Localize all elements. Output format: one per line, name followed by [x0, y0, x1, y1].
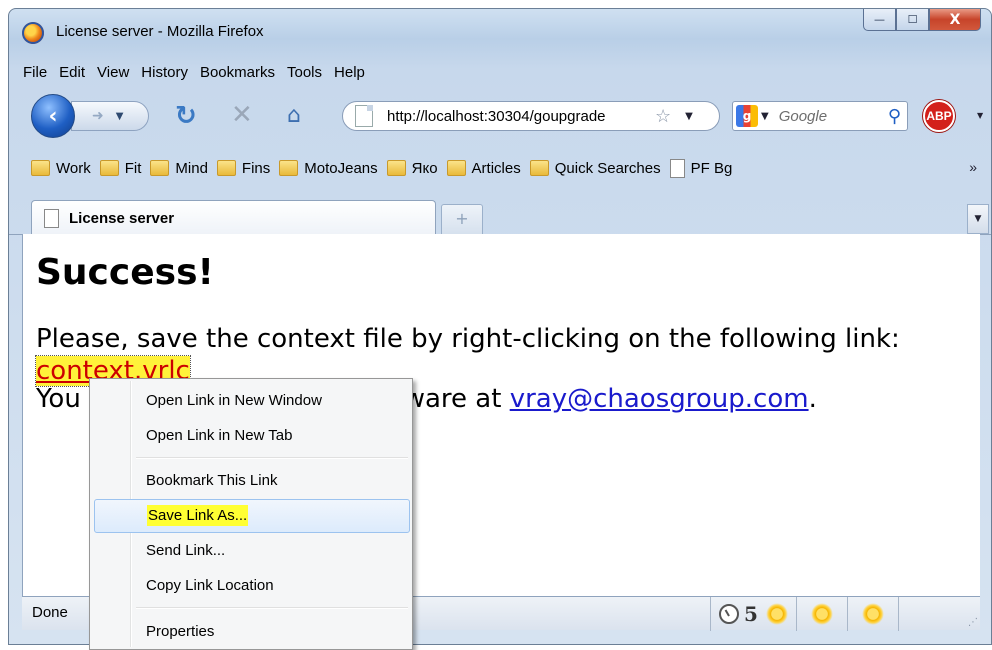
resize-grip-icon[interactable]: ⋰: [968, 617, 978, 628]
google-engine-icon[interactable]: g: [736, 105, 758, 127]
back-button[interactable]: ‹: [31, 94, 75, 138]
menu-copy-link-location[interactable]: Copy Link Location: [94, 569, 410, 603]
bookmark-label: Articles: [471, 159, 521, 177]
page-icon: [44, 209, 59, 228]
bookmark-item[interactable]: PF Bg: [669, 158, 733, 178]
menu-bar: File Edit View History Bookmarks Tools H…: [20, 64, 371, 86]
bookmark-star-icon[interactable]: ☆: [655, 106, 671, 127]
stop-icon[interactable]: ✕: [231, 100, 253, 130]
bookmark-item[interactable]: Mind: [150, 160, 208, 177]
bookmark-item[interactable]: Quick Searches: [529, 159, 661, 177]
tab-strip: License server + ▼: [9, 193, 991, 236]
status-text: Done: [32, 604, 68, 621]
forward-button[interactable]: ➜ ▼: [71, 101, 149, 131]
timer-indicator[interactable]: 5: [710, 597, 796, 631]
weather-forecast-2[interactable]: [846, 597, 898, 631]
firefox-logo-icon: [22, 22, 44, 44]
close-button[interactable]: X: [929, 9, 981, 31]
instruction-text: Please, save the context file by right-c…: [36, 324, 900, 354]
menu-history[interactable]: History: [135, 64, 194, 86]
menu-save-link-as[interactable]: Save Link As...: [94, 499, 410, 533]
status-tray: 5: [710, 597, 928, 631]
bookmark-label: Яко: [411, 159, 438, 177]
menu-separator: [136, 607, 408, 609]
new-tab-button[interactable]: +: [441, 204, 483, 234]
bookmark-label: Work: [56, 159, 91, 177]
history-dropdown-icon[interactable]: ▼: [116, 111, 124, 122]
adblock-plus-icon[interactable]: ABP: [923, 100, 955, 132]
menu-item-label: Save Link As...: [147, 505, 249, 526]
menu-bookmark-this-link[interactable]: Bookmark This Link: [94, 464, 410, 498]
reload-icon[interactable]: ↻: [175, 101, 197, 131]
menu-help[interactable]: Help: [328, 64, 371, 86]
title-bar: License server - Mozilla Firefox — ☐ X: [9, 9, 991, 55]
home-icon[interactable]: ⌂: [287, 103, 301, 128]
tab-list-dropdown-icon[interactable]: ▼: [967, 204, 989, 234]
timer-count: 5: [744, 602, 758, 626]
folder-icon: [446, 160, 466, 176]
bookmarks-overflow-button[interactable]: »: [969, 159, 977, 175]
menu-edit[interactable]: Edit: [53, 64, 91, 86]
bookmark-item[interactable]: Fins: [216, 159, 271, 177]
folder-icon: [529, 160, 549, 176]
contact-text-suffix: .: [808, 384, 817, 414]
search-icon[interactable]: ⚲: [888, 106, 901, 127]
folder-icon: [279, 160, 299, 176]
url-input[interactable]: http://localhost:30304/goupgrade: [387, 108, 651, 125]
folder-icon: [150, 160, 170, 176]
maximize-button[interactable]: ☐: [896, 9, 929, 31]
bookmark-item[interactable]: Fit: [99, 159, 142, 177]
back-arrow-icon: ‹: [48, 103, 58, 129]
minimize-button[interactable]: —: [863, 9, 896, 31]
menu-open-link-new-tab[interactable]: Open Link in New Tab: [94, 419, 410, 453]
forward-arrow-icon: ➜: [92, 108, 104, 124]
bookmark-label: MotoJeans: [304, 159, 378, 177]
url-dropdown-icon[interactable]: ▼: [685, 111, 693, 122]
bookmark-label: Fit: [124, 159, 142, 177]
page-favicon-icon: [355, 105, 373, 127]
navigation-toolbar: ➜ ▼ ‹ ↻ ✕ ⌂ http://localhost:30304/goupg…: [9, 93, 991, 139]
folder-icon: [99, 160, 119, 176]
tab-label: License server: [69, 210, 175, 227]
weather-sun-icon: [861, 603, 884, 625]
search-input[interactable]: Google: [779, 108, 827, 125]
menu-send-link[interactable]: Send Link...: [94, 534, 410, 568]
folder-icon: [386, 160, 406, 176]
folder-icon: [216, 160, 236, 176]
weather-sun-icon: [765, 603, 788, 625]
contact-text-prefix: You: [36, 384, 81, 414]
weather-forecast-1[interactable]: [795, 597, 847, 631]
tray-spacer: [897, 597, 928, 631]
bookmark-item[interactable]: Яко: [386, 159, 438, 177]
weather-sun-icon: [810, 603, 833, 625]
bookmarks-toolbar: Work Fit Mind Fins MotoJeans Яко Article…: [9, 155, 991, 181]
bookmark-item[interactable]: Articles: [446, 159, 521, 177]
search-bar[interactable]: g ▼ Google ⚲: [732, 101, 908, 131]
bookmark-label: Quick Searches: [554, 159, 661, 177]
bookmark-label: Fins: [241, 159, 271, 177]
folder-icon: [31, 160, 50, 176]
page-icon: [669, 158, 685, 178]
window-controls: — ☐ X: [863, 9, 981, 31]
menu-tools[interactable]: Tools: [281, 64, 328, 86]
menu-view[interactable]: View: [91, 64, 135, 86]
window-title: License server - Mozilla Firefox: [56, 23, 264, 40]
menu-properties[interactable]: Properties: [94, 615, 410, 649]
menu-separator: [136, 457, 408, 459]
email-link[interactable]: vray@chaosgroup.com: [510, 384, 809, 414]
bookmark-item[interactable]: MotoJeans: [279, 159, 378, 177]
address-bar[interactable]: http://localhost:30304/goupgrade ☆ ▼: [342, 101, 720, 131]
search-engine-dropdown-icon[interactable]: ▼: [761, 111, 769, 122]
menu-bookmarks[interactable]: Bookmarks: [194, 64, 281, 86]
adblock-dropdown-icon[interactable]: ▼: [977, 111, 983, 120]
clock-icon: [719, 604, 739, 624]
page-heading: Success!: [36, 252, 214, 293]
bookmark-label: Mind: [175, 159, 208, 177]
tab-license-server[interactable]: License server: [31, 200, 436, 236]
bookmark-label: PF Bg: [690, 159, 733, 177]
menu-file[interactable]: File: [20, 64, 53, 86]
menu-open-link-new-window[interactable]: Open Link in New Window: [94, 384, 410, 418]
context-menu: Open Link in New Window Open Link in New…: [89, 378, 413, 650]
bookmark-item[interactable]: Work: [31, 160, 91, 177]
